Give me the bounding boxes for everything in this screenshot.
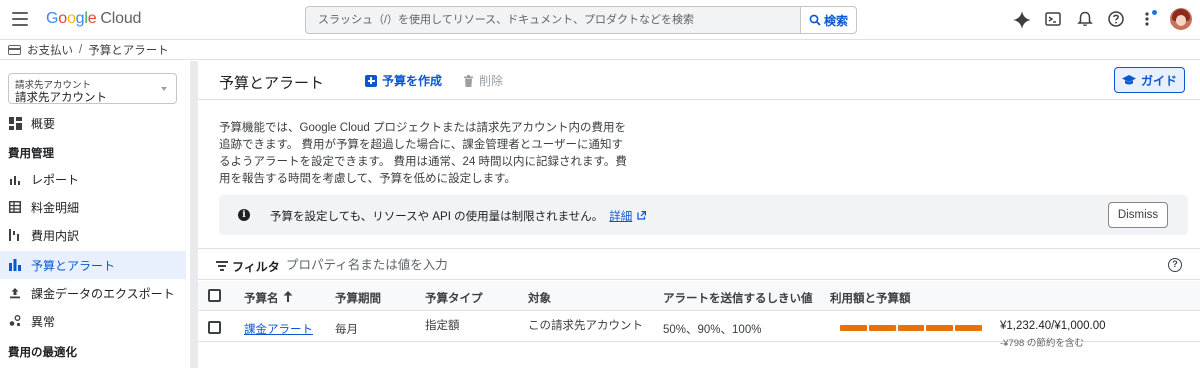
notification-dot <box>1152 10 1157 15</box>
billing-account-select[interactable]: 請求先アカウント 請求先アカウント <box>8 73 177 104</box>
table-icon <box>8 200 22 214</box>
waterfall-icon <box>8 228 22 242</box>
sidebar-item-label: 費用内訳 <box>31 228 80 243</box>
add-box-icon <box>365 74 377 87</box>
top-bar: GoogleCloud 検索 <box>0 0 1200 40</box>
search-input[interactable] <box>306 7 802 33</box>
filter-bar: フィルタ ? <box>198 248 1200 280</box>
column-header-period[interactable]: 予算期間 <box>335 290 381 306</box>
sidebar-item-label: レポート <box>31 172 80 187</box>
search-button[interactable]: 検索 <box>800 7 856 33</box>
upload-icon <box>8 286 22 300</box>
bar-chart-icon <box>8 172 22 186</box>
account-avatar[interactable] <box>1170 8 1192 30</box>
info-banner-text: 予算を設定しても、リソースや API の使用量は制限されません。 詳細 <box>270 208 647 224</box>
sidebar-item-label: 予算とアラート <box>31 258 116 273</box>
page-title: 予算とアラート <box>219 75 325 92</box>
alert-thresholds: 50%、90%、100% <box>663 324 762 336</box>
search-icon <box>809 14 821 26</box>
column-help-icon[interactable]: ? <box>1168 258 1182 272</box>
budget-period: 毎月 <box>335 324 358 336</box>
progress-segment <box>926 325 954 331</box>
spend-progress-bar <box>840 325 982 331</box>
column-header-type[interactable]: 予算タイプ <box>425 290 483 306</box>
help-icon[interactable] <box>1107 10 1125 28</box>
filter-input[interactable] <box>286 255 886 275</box>
school-hat-icon <box>1121 74 1136 84</box>
sidebar-section-cost-optimization: 費用の最適化 <box>8 347 77 359</box>
budget-target: この請求先アカウント <box>528 320 643 332</box>
sidebar-item-overview[interactable]: 概要 <box>0 109 186 137</box>
info-banner: i 予算を設定しても、リソースや API の使用量は制限されません。 詳細 Dis… <box>219 195 1188 235</box>
sidebar-item-label: 料金明細 <box>31 200 80 215</box>
sidebar-item-cost-breakdown[interactable]: 費用内訳 <box>0 221 186 249</box>
breadcrumb-separator: / <box>79 43 83 56</box>
intro-description: 予算機能では、Google Cloud プロジェクトまたは請求先アカウント内の費… <box>219 122 627 185</box>
sort-arrow-up-icon[interactable] <box>283 291 293 302</box>
dismiss-button[interactable]: Dismiss <box>1108 202 1168 228</box>
sidebar-item-pricing-table[interactable]: 料金明細 <box>0 193 186 221</box>
billing-account-value: 請求先アカウント <box>15 92 107 104</box>
column-header-usage[interactable]: 利用額と予算額 <box>830 290 911 306</box>
budget-type: 指定額 <box>425 320 460 332</box>
sidebar-item-label: 概要 <box>31 116 56 131</box>
progress-segment <box>868 325 896 331</box>
progress-segment <box>897 325 925 331</box>
trash-icon <box>464 74 473 87</box>
sidebar-divider <box>190 61 198 368</box>
column-header-target[interactable]: 対象 <box>528 290 551 306</box>
filter-label: フィルタ <box>232 260 280 274</box>
gemini-sparkle-icon[interactable] <box>1012 10 1032 30</box>
column-header-name[interactable]: 予算名 <box>244 290 279 306</box>
billing-card-icon <box>8 44 21 55</box>
table-row: 課金アラート 毎月 指定額 この請求先アカウント 50%、90%、100% ¥1… <box>198 312 1200 349</box>
sidebar-item-reports[interactable]: レポート <box>0 165 186 193</box>
sidebar: 請求先アカウント 請求先アカウント 概要 費用管理 レポート 料金明細 費用内訳… <box>0 61 190 368</box>
guide-label: ガイド <box>1140 73 1177 88</box>
table-header: 予算名 予算期間 予算タイプ 対象 アラートを送信するしきい値 利用額と予算額 <box>198 281 1200 311</box>
sidebar-item-billing-export[interactable]: 課金データのエクスポート <box>0 279 186 307</box>
search-button-label: 検索 <box>823 13 848 28</box>
row-checkbox[interactable] <box>208 321 221 334</box>
google-cloud-logo[interactable]: Google Cloud <box>46 10 141 28</box>
filter-icon <box>216 261 228 273</box>
sidebar-item-anomalies[interactable]: 異常 <box>0 307 186 335</box>
learn-more-link[interactable]: 詳細 <box>609 211 632 223</box>
sidebar-section-cost-management: 費用管理 <box>8 148 54 160</box>
create-budget-button[interactable]: 予算を作成 <box>365 72 442 89</box>
create-budget-label: 予算を作成 <box>382 74 443 88</box>
sidebar-item-budgets-alerts[interactable]: 予算とアラート <box>0 251 186 279</box>
budget-icon <box>8 258 22 272</box>
breadcrumb: お支払い / 予算とアラート <box>0 40 1200 60</box>
budget-name-link[interactable]: 課金アラート <box>244 321 313 337</box>
guide-button[interactable]: ガイド <box>1114 67 1185 93</box>
sidebar-item-label: 課金データのエクスポート <box>31 286 175 301</box>
main-content: 予算とアラート 予算を作成 削除 ガイド 予算機能では、Google Cloud… <box>198 61 1200 368</box>
cloud-shell-icon[interactable] <box>1044 10 1062 28</box>
notifications-bell-icon[interactable] <box>1076 10 1094 28</box>
delete-button[interactable]: 削除 <box>463 72 503 89</box>
info-icon: i <box>238 209 250 221</box>
select-all-checkbox[interactable] <box>208 289 221 302</box>
progress-segment <box>955 325 982 331</box>
hamburger-menu-icon[interactable] <box>12 12 28 26</box>
savings-note: -¥798 の節約を含む <box>1000 338 1084 349</box>
page-header: 予算とアラート 予算を作成 削除 ガイド <box>198 61 1200 100</box>
sidebar-item-label: 異常 <box>31 314 56 329</box>
search-bar: 検索 <box>305 6 857 34</box>
progress-segment <box>840 325 867 331</box>
spend-amount: ¥1,232.40/¥1,000.00 <box>1000 320 1106 332</box>
info-message: 予算を設定しても、リソースや API の使用量は制限されません。 <box>270 211 604 223</box>
breadcrumb-budgets: 予算とアラート <box>88 44 169 57</box>
breadcrumb-billing[interactable]: お支払い <box>27 42 73 58</box>
delete-label: 削除 <box>479 74 504 88</box>
dashboard-icon <box>8 116 22 130</box>
column-header-thresholds[interactable]: アラートを送信するしきい値 <box>663 290 813 306</box>
external-link-icon <box>637 211 647 220</box>
dropdown-caret-icon <box>161 87 167 91</box>
anomaly-icon <box>8 314 22 328</box>
